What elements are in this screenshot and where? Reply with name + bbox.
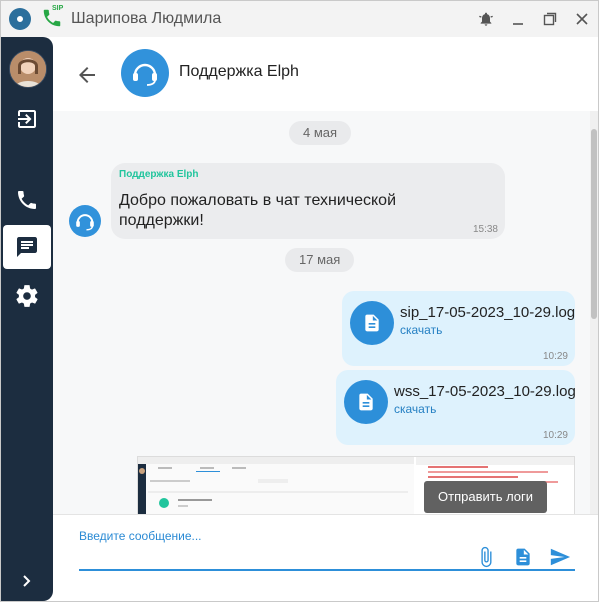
file-message: wss_17-05-2023_10-29.log скачать 10:29: [336, 370, 576, 445]
file-message: sip_17-05-2023_10-29.log скачать 10:29: [342, 291, 575, 366]
message-composer: [53, 514, 598, 601]
message-time: 10:29: [542, 430, 568, 441]
settings-button[interactable]: [1, 274, 53, 318]
send-icon[interactable]: [548, 545, 572, 569]
minimize-button[interactable]: [502, 1, 534, 37]
maximize-button[interactable]: [534, 1, 566, 37]
close-button[interactable]: [566, 1, 598, 37]
message-time: 15:38: [472, 224, 498, 235]
message-input[interactable]: [79, 525, 575, 571]
file-name: wss_17-05-2023_10-29.log: [394, 383, 576, 400]
scrollbar-thumb[interactable]: [591, 129, 597, 319]
headset-icon: [133, 63, 157, 86]
message-time: 10:29: [542, 351, 568, 362]
contact-name: Поддержка Elph: [179, 63, 299, 80]
notification-bell-icon[interactable]: [470, 1, 502, 37]
support-avatar: [121, 49, 169, 97]
title-bar: SIP Шарипова Людмила: [1, 1, 598, 37]
app-logo-icon: [9, 8, 31, 30]
document-icon[interactable]: [344, 380, 388, 424]
sip-badge: SIP: [52, 5, 64, 12]
sender-avatar: [69, 205, 101, 237]
back-arrow-icon[interactable]: [75, 63, 99, 87]
attach-icon[interactable]: [474, 545, 498, 569]
scrollbar[interactable]: [590, 111, 598, 514]
app-window: SIP Шарипова Людмила Поддержка Elph 4 ма…: [0, 0, 599, 602]
date-separator: 4 мая: [289, 121, 352, 145]
user-avatar[interactable]: [9, 50, 47, 88]
message-list: 4 мая Поддержка Elph Добро пожаловать в …: [53, 111, 598, 514]
file-name: sip_17-05-2023_10-29.log: [400, 304, 576, 321]
date-separator: 17 мая: [285, 248, 355, 272]
document-icon[interactable]: [350, 301, 394, 345]
window-title: Шарипова Людмила: [71, 10, 222, 27]
send-logs-document-icon[interactable]: [511, 545, 535, 569]
incoming-message: Поддержка Elph Добро пожаловать в чат те…: [111, 163, 505, 239]
sip-phone-icon: SIP: [41, 5, 65, 31]
expand-sidebar-button[interactable]: [1, 561, 53, 601]
message-text: Добро пожаловать в чат технической подде…: [119, 192, 397, 229]
headset-icon: [76, 214, 94, 231]
message-sender: Поддержка Elph: [119, 169, 199, 180]
logout-button[interactable]: [1, 97, 53, 141]
calls-button[interactable]: [1, 178, 53, 222]
download-link[interactable]: скачать: [400, 323, 442, 337]
download-link[interactable]: скачать: [394, 402, 436, 416]
send-logs-tooltip: Отправить логи: [424, 481, 548, 513]
chat-button[interactable]: [3, 225, 51, 269]
chat-header: Поддержка Elph: [53, 37, 598, 112]
sidebar: [1, 37, 53, 601]
